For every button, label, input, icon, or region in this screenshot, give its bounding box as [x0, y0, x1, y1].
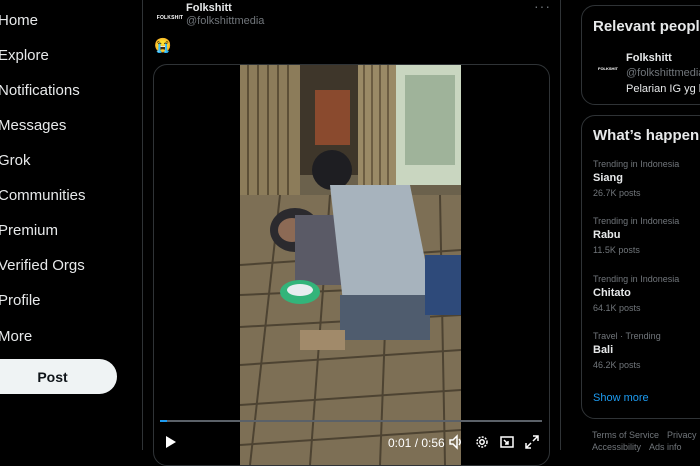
trend-post-count: 46.2K posts	[593, 360, 641, 370]
trend-post-count: 64.1K posts	[593, 303, 641, 313]
author-name[interactable]: Folkshitt	[186, 2, 232, 14]
trend-item[interactable]: Trending in Indonesia Rabu 11.5K posts	[593, 216, 700, 255]
nav-item-verified-orgs[interactable]: Verified Orgs	[0, 257, 85, 274]
avatar-logo-text: FOLKSHIT	[598, 65, 618, 71]
trend-item[interactable]: Trending in Indonesia Siang 26.7K posts	[593, 159, 700, 198]
relevant-people-card: Relevant people FOLKSHIT Folkshitt @folk…	[581, 5, 700, 105]
right-sidebar: Relevant people FOLKSHIT Folkshitt @folk…	[581, 0, 700, 453]
tweet-detail: FOLKSHIT Folkshitt @folkshittmedia ··· 😭	[142, 0, 562, 466]
volume-icon[interactable]	[448, 434, 464, 450]
nav-item-notifications[interactable]: Notifications	[0, 82, 80, 99]
trend-post-count: 26.7K posts	[593, 188, 641, 198]
accessibility-link[interactable]: Accessibility	[592, 442, 641, 452]
relevant-person-handle[interactable]: @folkshittmedia	[626, 67, 700, 79]
footer-links: Terms of Service Privacy Accessibility Ads…	[592, 429, 700, 453]
terms-link[interactable]: Terms of Service	[592, 430, 659, 440]
relevant-person-avatar[interactable]: FOLKSHIT	[592, 52, 624, 84]
video-still-image	[240, 65, 461, 465]
nav-item-communities[interactable]: Communities	[0, 187, 86, 204]
settings-gear-icon[interactable]	[474, 434, 490, 450]
nav-item-grok[interactable]: Grok	[0, 152, 31, 169]
nav-item-explore[interactable]: Explore	[0, 47, 49, 64]
nav-item-home[interactable]: Home	[0, 12, 38, 29]
privacy-link[interactable]: Privacy	[667, 430, 697, 440]
trend-context: Trending in Indonesia	[593, 274, 680, 284]
trend-name: Chitato	[593, 287, 631, 299]
avatar-logo-text: FOLKSHIT	[156, 15, 184, 21]
relevant-person-name[interactable]: Folkshitt	[626, 52, 672, 64]
show-more-link[interactable]: Show more	[593, 392, 649, 404]
trend-name: Siang	[593, 172, 623, 184]
nav-item-profile[interactable]: Profile	[0, 292, 41, 309]
author-handle[interactable]: @folkshittmedia	[186, 15, 264, 27]
author-avatar[interactable]: FOLKSHIT	[154, 2, 186, 34]
video-frame[interactable]	[240, 65, 461, 465]
trend-item[interactable]: Travel · Trending Bali 46.2K posts	[593, 331, 700, 370]
whats-happening-card: What’s happening Trending in Indonesia S…	[581, 115, 700, 419]
nav-item-messages[interactable]: Messages	[0, 117, 66, 134]
video-time: 0:01 / 0:56	[388, 436, 445, 450]
trend-context: Travel · Trending	[593, 331, 661, 341]
nav-item-premium[interactable]: Premium	[0, 222, 58, 239]
tweet-text: 😭	[154, 37, 172, 53]
nav-item-more[interactable]: More	[0, 328, 32, 345]
trend-context: Trending in Indonesia	[593, 216, 680, 226]
trend-context: Trending in Indonesia	[593, 159, 680, 169]
picture-in-picture-icon[interactable]	[499, 434, 515, 450]
more-options-button[interactable]: ···	[534, 0, 551, 14]
play-icon[interactable]	[164, 435, 178, 449]
trend-name: Rabu	[593, 229, 621, 241]
post-button[interactable]: Post	[0, 359, 117, 394]
left-navigation: Home Explore Notifications Messages Grok…	[0, 0, 142, 450]
video-progress-bar[interactable]	[160, 420, 542, 422]
relevant-person-bio: Pelarian IG yg b	[626, 83, 700, 95]
ads-info-link[interactable]: Ads info	[649, 442, 682, 452]
fullscreen-icon[interactable]	[524, 434, 540, 450]
whats-happening-title: What’s happening	[593, 127, 700, 144]
trend-post-count: 11.5K posts	[593, 245, 640, 255]
trend-name: Bali	[593, 344, 614, 356]
video-player[interactable]: 0:01 / 0:56	[153, 64, 550, 466]
trend-item[interactable]: Trending in Indonesia Chitato 64.1K post…	[593, 274, 700, 313]
relevant-people-title: Relevant people	[593, 18, 700, 35]
video-progress-fill	[160, 420, 167, 422]
